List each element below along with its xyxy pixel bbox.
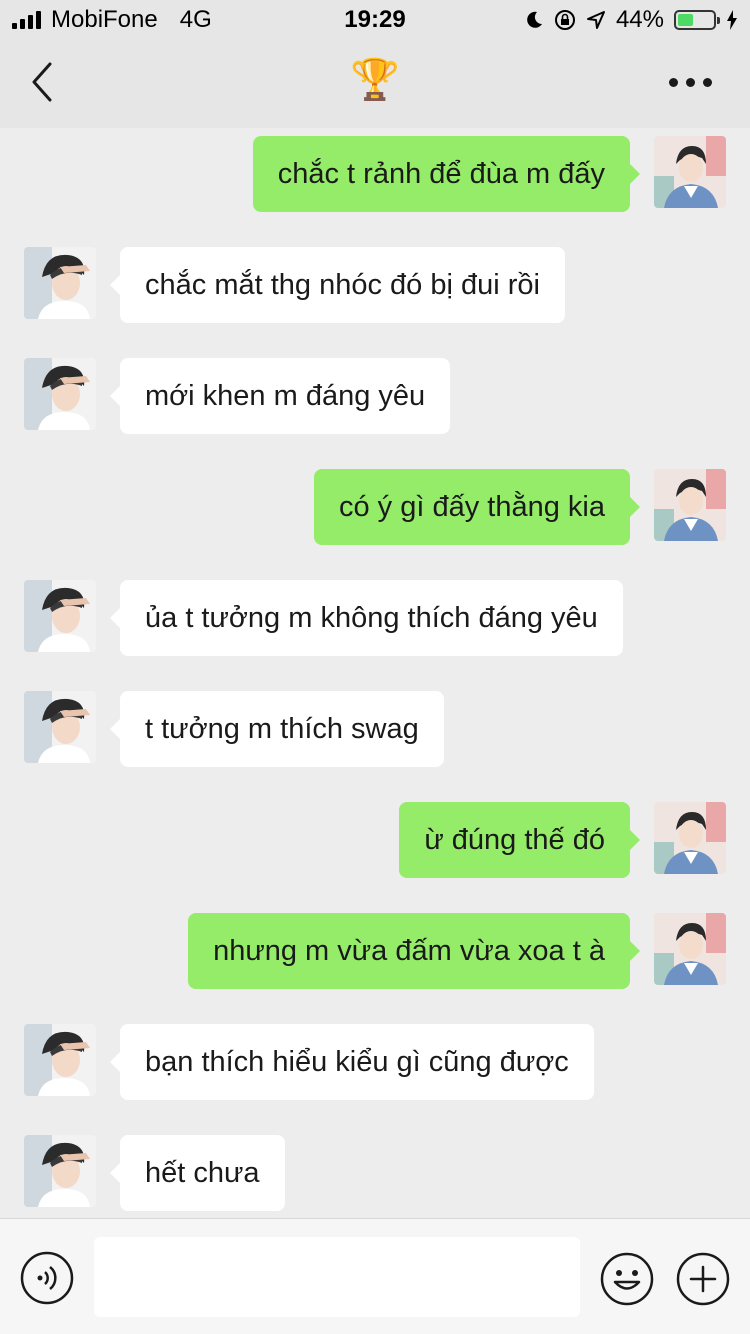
- message-incoming: chắc mắt thg nhóc đó bị đui rồi: [0, 247, 750, 327]
- avatar[interactable]: [24, 580, 96, 652]
- message-outgoing: chắc t rảnh để đùa m đấy: [0, 136, 750, 216]
- avatar[interactable]: [654, 913, 726, 985]
- nav-bar: 🏆: [0, 40, 750, 128]
- charging-icon: [727, 10, 737, 30]
- avatar[interactable]: [24, 247, 96, 319]
- message-outgoing: nhưng m vừa đấm vừa xoa t à: [0, 913, 750, 993]
- message-bubble[interactable]: chắc t rảnh để đùa m đấy: [252, 136, 641, 212]
- location-icon: [586, 11, 605, 29]
- message-incoming: mới khen m đáng yêu: [0, 358, 750, 438]
- top-bar: MobiFone 4G 19:29 44% 🏆: [0, 0, 750, 128]
- message-incoming: ủa t tưởng m không thích đáng yêu: [0, 580, 750, 660]
- voice-button[interactable]: [20, 1251, 74, 1305]
- message-incoming: t tưởng m thích swag: [0, 691, 750, 771]
- more-dots-icon: [668, 77, 712, 87]
- battery-percent: 44%: [615, 6, 664, 33]
- avatar[interactable]: [654, 469, 726, 541]
- avatar[interactable]: [654, 802, 726, 874]
- plus-icon: [676, 1252, 730, 1306]
- message-bubble[interactable]: chắc mắt thg nhóc đó bị đui rồi: [110, 247, 565, 323]
- emoji-icon: [600, 1252, 654, 1306]
- message-incoming: bạn thích hiểu kiểu gì cũng được: [0, 1024, 750, 1104]
- message-bubble[interactable]: t tưởng m thích swag: [110, 691, 444, 767]
- battery-fill: [678, 14, 693, 26]
- message-bubble[interactable]: ủa t tưởng m không thích đáng yêu: [110, 580, 623, 656]
- emoji-button[interactable]: [599, 1251, 655, 1307]
- status-bar: MobiFone 4G 19:29 44%: [0, 0, 750, 40]
- avatar[interactable]: [24, 1135, 96, 1207]
- voice-icon: [20, 1251, 74, 1305]
- moon-icon: [527, 11, 542, 28]
- status-right: 44%: [524, 6, 738, 34]
- avatar[interactable]: [24, 1024, 96, 1096]
- message-outgoing: có ý gì đấy thằng kia: [0, 469, 750, 549]
- avatar[interactable]: [654, 136, 726, 208]
- chat-title: 🏆: [350, 58, 400, 102]
- message-bubble[interactable]: có ý gì đấy thằng kia: [314, 469, 640, 545]
- avatar[interactable]: [24, 691, 96, 763]
- message-input[interactable]: [94, 1237, 580, 1317]
- more-button[interactable]: [660, 60, 720, 104]
- message-bubble[interactable]: nhưng m vừa đấm vừa xoa t à: [188, 913, 640, 989]
- message-incoming: hết chưa: [0, 1135, 750, 1215]
- message-bubble[interactable]: ừ đúng thế đó: [399, 802, 640, 878]
- message-bubble[interactable]: mới khen m đáng yêu: [109, 358, 451, 434]
- battery-icon: [674, 10, 720, 30]
- rotation-lock-icon: [554, 10, 575, 30]
- plus-button[interactable]: [675, 1251, 731, 1307]
- avatar[interactable]: [24, 358, 96, 430]
- message-bubble[interactable]: bạn thích hiểu kiểu gì cũng được: [110, 1024, 594, 1100]
- message-list[interactable]: chắc t rảnh để đùa m đấy chắc mắt thg nhó…: [0, 128, 750, 1218]
- message-outgoing: ừ đúng thế đó: [0, 802, 750, 882]
- message-bubble[interactable]: hết chưa: [110, 1135, 285, 1211]
- input-bar: [0, 1218, 750, 1334]
